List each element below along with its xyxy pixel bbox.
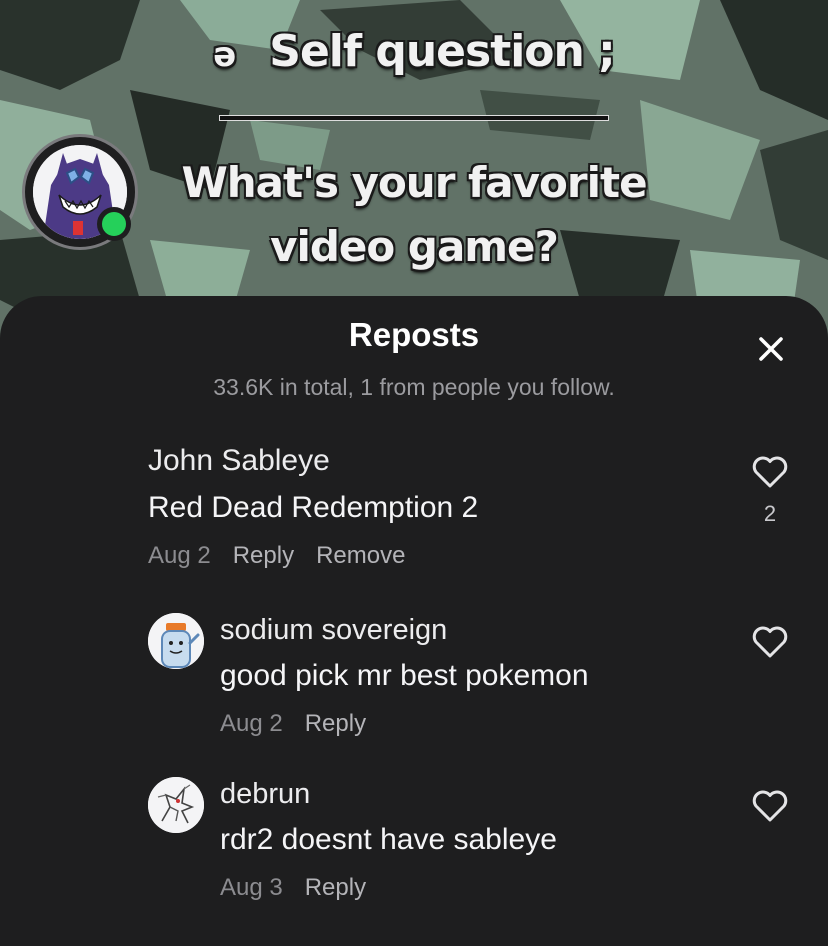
- heart-icon[interactable]: [750, 452, 790, 492]
- comment-text: rdr2 doesnt have sableye: [220, 823, 557, 856]
- heart-icon[interactable]: [750, 786, 790, 826]
- reply-button[interactable]: Reply: [233, 542, 294, 569]
- comment-date: Aug 3: [220, 874, 283, 901]
- comment-meta: Aug 2 Reply Remove: [148, 542, 405, 570]
- like-count: 2: [763, 501, 777, 526]
- comment-meta: Aug 3 Reply: [220, 874, 366, 902]
- comment-date: Aug 2: [220, 710, 283, 737]
- comment-text: good pick mr best pokemon: [220, 659, 589, 692]
- sheet-title: Reposts: [348, 316, 480, 353]
- overlay-symbol: ə: [213, 35, 236, 75]
- salt-shaker-avatar[interactable]: [148, 613, 204, 669]
- comment-author[interactable]: John Sableye: [148, 444, 330, 478]
- comment-author[interactable]: sodium sovereign: [220, 614, 447, 647]
- video-overlay-title: ə Self question ;: [0, 26, 828, 77]
- online-status-dot: [97, 207, 131, 241]
- comment-date: Aug 2: [148, 542, 211, 569]
- close-icon[interactable]: [752, 330, 790, 368]
- sheet-subtitle: 33.6K in total, 1 from people you follow…: [213, 374, 615, 400]
- reply-button[interactable]: Reply: [305, 874, 366, 901]
- heart-icon[interactable]: [750, 622, 790, 662]
- reply-button[interactable]: Reply: [305, 710, 366, 737]
- comment-meta: Aug 2 Reply: [220, 710, 366, 738]
- overlay-title-text: Self question ;: [269, 26, 616, 77]
- comment-author[interactable]: debrun: [220, 778, 310, 811]
- remove-button[interactable]: Remove: [316, 542, 405, 569]
- sketch-creature-avatar[interactable]: [148, 777, 204, 833]
- overlay-divider: [220, 116, 608, 120]
- comment-text: Red Dead Redemption 2: [148, 491, 479, 524]
